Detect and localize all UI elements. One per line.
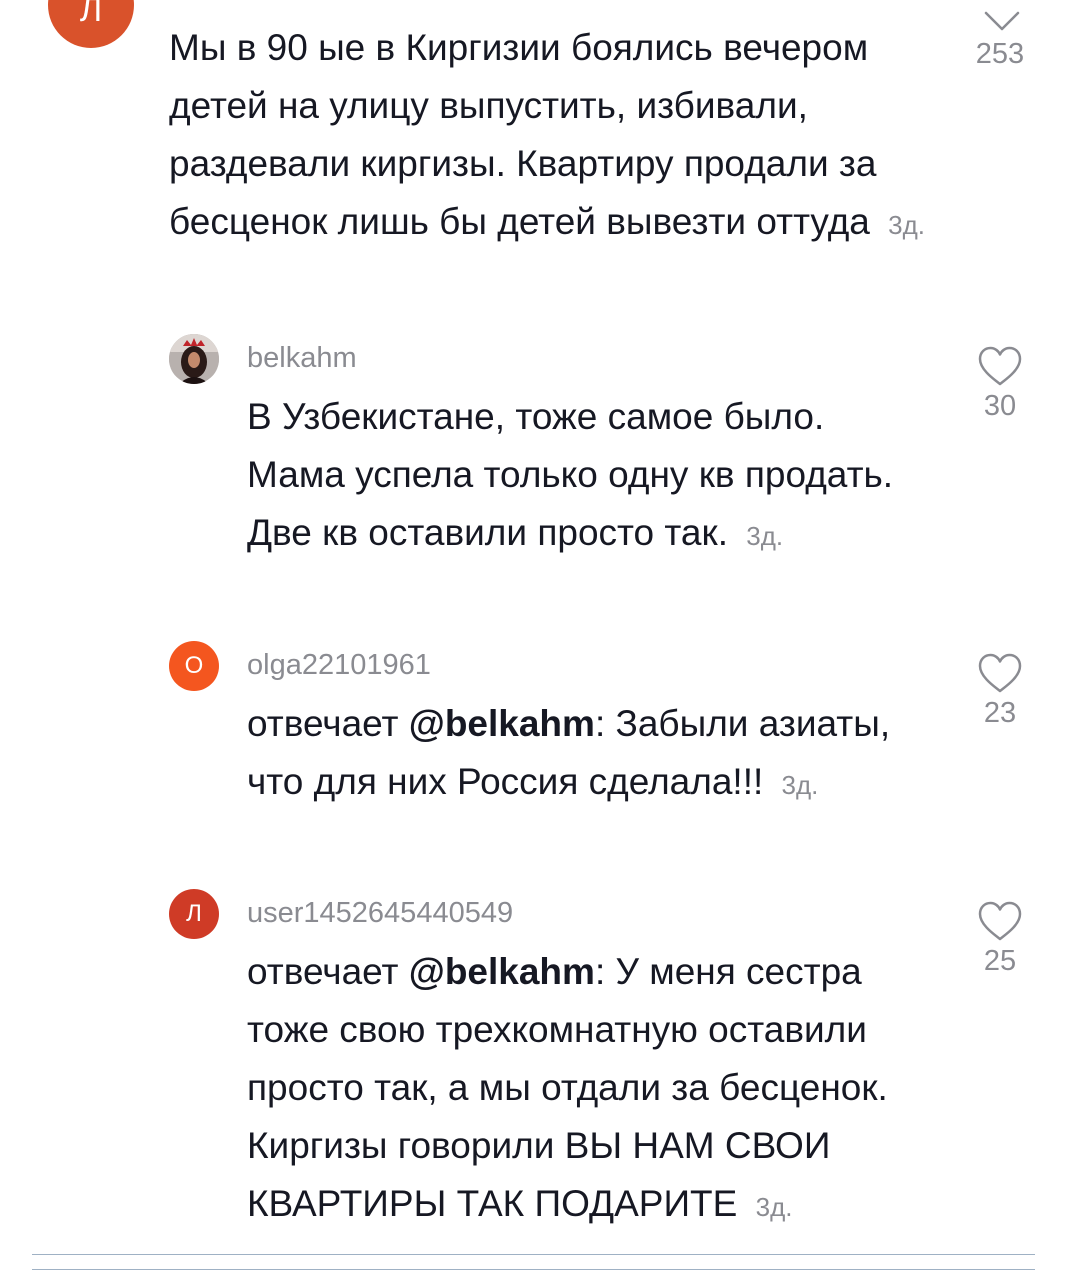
heart-outline-icon[interactable] bbox=[977, 345, 1023, 387]
comment-text: отвечает @belkahm: Забыли азиаты, что дл… bbox=[247, 695, 927, 814]
avatar[interactable] bbox=[169, 334, 219, 384]
reply-prefix: отвечает bbox=[247, 951, 399, 992]
comment-body: В Узбекистане, тоже самое было. Мама усп… bbox=[247, 396, 894, 553]
avatar[interactable]: Л bbox=[169, 889, 219, 939]
avatar-letter: Л bbox=[79, 0, 103, 29]
comment-timestamp: 3д. bbox=[888, 210, 926, 240]
comment-username[interactable]: olga22101961 bbox=[247, 649, 431, 682]
divider bbox=[32, 1254, 1035, 1255]
like-count: 25 bbox=[983, 945, 1017, 977]
like-count: 23 bbox=[983, 697, 1017, 729]
chevron-down-icon[interactable] bbox=[984, 10, 1020, 32]
comment-timestamp: 3д. bbox=[781, 770, 819, 800]
like-count: 253 bbox=[975, 38, 1025, 70]
avatar[interactable]: Л bbox=[48, 0, 134, 48]
comment-username[interactable]: user1452645440549 bbox=[247, 897, 513, 930]
comment-timestamp: 3д. bbox=[755, 1192, 793, 1222]
comment-text: В Узбекистане, тоже самое было. Мама усп… bbox=[247, 388, 927, 565]
comment-username[interactable]: belkahm bbox=[247, 342, 357, 375]
divider bbox=[32, 1269, 1035, 1270]
reply-prefix: отвечает bbox=[247, 703, 399, 744]
avatar[interactable]: О bbox=[169, 641, 219, 691]
like-count: 30 bbox=[983, 390, 1017, 422]
profile-photo bbox=[169, 334, 219, 384]
mention-link[interactable]: @belkahm bbox=[409, 951, 595, 992]
comment-text: отвечает @belkahm: У меня сестра тоже св… bbox=[247, 943, 937, 1248]
heart-outline-icon[interactable] bbox=[977, 900, 1023, 942]
heart-outline-icon[interactable] bbox=[977, 652, 1023, 694]
comment-text: Мы в 90 ые в Киргизии боялись вечером де… bbox=[169, 19, 929, 254]
mention-link[interactable]: @belkahm bbox=[409, 703, 595, 744]
comment-timestamp: 3д. bbox=[746, 521, 784, 551]
comment-body: Мы в 90 ые в Киргизии боялись вечером де… bbox=[169, 27, 877, 242]
avatar-letter: О bbox=[184, 652, 204, 679]
avatar-letter: Л bbox=[186, 900, 202, 927]
